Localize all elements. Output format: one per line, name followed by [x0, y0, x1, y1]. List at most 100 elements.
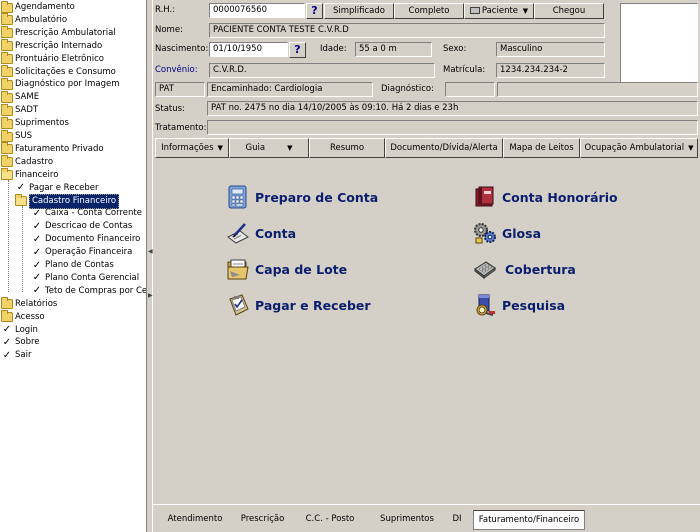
chevron-down-icon: ▼ [688, 144, 694, 152]
nascimento-input[interactable]: 01/10/1950 [209, 42, 288, 57]
completo-button[interactable]: Completo [394, 3, 464, 19]
patient-photo [620, 3, 698, 91]
rh-input[interactable]: 0000076560 [209, 3, 305, 18]
status-label: Status: [155, 104, 185, 114]
conta-honorario-label: Conta Honorário [502, 189, 618, 205]
cobertura-label: Cobertura [505, 261, 576, 277]
resumo-button[interactable]: Resumo [309, 138, 385, 158]
tree-item-label: Relatórios [15, 298, 58, 309]
pesquisa-command[interactable]: Pesquisa [473, 292, 565, 318]
arrow-left-icon: ◀ [148, 248, 153, 255]
conta-label: Conta [255, 225, 297, 241]
rh-label: R.H.: [155, 5, 176, 15]
tree-item-descricao-de-contas[interactable]: ✓ Descricao de Contas [31, 220, 133, 233]
folder-icon [1, 77, 13, 90]
conta-honorario-command[interactable]: Conta Honorário [473, 184, 618, 210]
tree-item-sus[interactable]: SUS [1, 129, 32, 143]
tree-item-plano-de-contas[interactable]: ✓ Plano de Contas [31, 259, 114, 272]
tree-item-caixa-conta-corrente[interactable]: ✓ Caixa - Conta Corrente [31, 207, 142, 220]
idade-label: Idade: [320, 44, 347, 54]
folder-icon [1, 129, 13, 142]
tree-item-plano-conta-gerencial[interactable]: ✓ Plano Conta Gerencial [31, 272, 139, 285]
mapa-leitos-button[interactable]: Mapa de Leitos [503, 138, 580, 158]
tree-item-label: Faturamento Privado [15, 143, 104, 154]
tree-item-operacao-financeira[interactable]: ✓ Operação Financeira [31, 246, 133, 259]
pagar-receber-command[interactable]: Pagar e Receber [226, 292, 371, 318]
chegou-button[interactable]: Chegou [534, 3, 604, 19]
tree-item-suprimentos[interactable]: Suprimentos [1, 116, 69, 130]
simplificado-button[interactable]: Simplificado [324, 3, 394, 19]
tree-item-label: Login [15, 324, 38, 335]
glosa-command[interactable]: Glosa [473, 220, 541, 246]
diagnostico-desc-field [497, 82, 698, 97]
capa-lote-label: Capa de Lote [255, 261, 348, 277]
tree-item-prescricao-internado[interactable]: Prescrição Internado [1, 39, 102, 53]
paciente-button[interactable]: Paciente ▼ [464, 3, 534, 19]
tree-item-label: Cadastro [15, 156, 54, 167]
tab-suprimentos[interactable]: Suprimentos [375, 512, 439, 529]
guia-menu[interactable]: Guia ▼ [229, 138, 309, 158]
keypad-icon [473, 257, 497, 281]
tree-item-sobre[interactable]: ✓ Sobre [1, 336, 40, 349]
idade-field: 55 a 0 m [355, 42, 432, 57]
folder-stack-icon [226, 257, 250, 281]
rh-help-button[interactable]: ? [306, 3, 323, 19]
tree-item-documento-financeiro[interactable]: ✓ Documento Financeiro [31, 233, 141, 246]
capa-lote-command[interactable]: Capa de Lote [226, 256, 347, 282]
tree-item-label: Prontuário Eletrônico [15, 53, 104, 64]
splitter-grip[interactable]: ◀ ▶ [148, 248, 153, 308]
folder-icon [1, 297, 13, 310]
check-icon: ✓ [32, 259, 42, 271]
ocupacao-menu[interactable]: Ocupação Ambulatorial ▼ [580, 138, 698, 158]
informacoes-label: Informações [161, 143, 214, 153]
tab-di[interactable]: DI [447, 512, 467, 529]
preparo-conta-command[interactable]: Preparo de Conta [226, 184, 378, 210]
convenio-link[interactable]: Convênio: [155, 64, 198, 77]
nascimento-label: Nascimento: [155, 44, 209, 54]
tree-connector [8, 180, 9, 292]
tree-item-sair[interactable]: ✓ Sair [1, 349, 32, 362]
tree-item-faturamento-privado[interactable]: Faturamento Privado [1, 142, 104, 156]
tree-item-login[interactable]: ✓ Login [1, 324, 38, 337]
tree-item-label: SAME [15, 92, 40, 103]
tab-cc-posto[interactable]: C.C. - Posto [298, 512, 362, 529]
tratamento-field [207, 120, 698, 135]
tree-item-financeiro[interactable]: Financeiro [1, 168, 58, 182]
conta-command[interactable]: Conta [226, 220, 296, 246]
tree-item-cadastro[interactable]: Cadastro [1, 155, 54, 169]
tree-item-relatorios[interactable]: Relatórios [1, 297, 58, 311]
tree-item-acesso[interactable]: Acesso [1, 310, 45, 324]
nome-field: PACIENTE CONTA TESTE C.V.R.D [209, 23, 605, 38]
tree-item-diagnostico-por-imagem[interactable]: Diagnóstico por Imagem [1, 77, 120, 91]
tree-item-ambulatorio[interactable]: Ambulatório [1, 13, 67, 27]
status-field: PAT no. 2475 no dia 14/10/2005 às 09:10.… [207, 101, 698, 116]
tab-faturamento-financeiro[interactable]: Faturamento/Financeiro [473, 510, 585, 530]
clipboard-check-icon [226, 293, 250, 317]
guia-label: Guia [245, 143, 266, 153]
nascimento-help-button[interactable]: ? [289, 42, 306, 58]
tree-item-cadastro-financeiro[interactable]: Cadastro Financeiro [15, 193, 120, 209]
tree-item-teto-de-compras-por-ce[interactable]: ✓ Teto de Compras por Ce [31, 285, 146, 298]
cobertura-command[interactable]: Cobertura [473, 256, 576, 282]
tree-item-label: Prescrição Ambulatorial [15, 27, 116, 38]
convenio-field: C.V.R.D. [209, 63, 435, 78]
folder-icon [1, 65, 13, 77]
documento-button[interactable]: Documento/Dívida/Alerta [385, 138, 503, 158]
preparo-conta-label: Preparo de Conta [255, 189, 379, 205]
informacoes-menu[interactable]: Informações ▼ [155, 138, 229, 158]
calculator-icon [226, 185, 250, 209]
tree-item-prescricao-ambulatorial[interactable]: Prescrição Ambulatorial [1, 26, 116, 40]
tree-item-label: Suprimentos [15, 118, 69, 129]
folder-icon [1, 116, 13, 129]
check-icon: ✓ [32, 207, 42, 219]
tree-item-agendamento[interactable]: Agendamento [1, 0, 75, 14]
tab-prescricao[interactable]: Prescrição [235, 512, 290, 529]
tratamento-label: Tratamento: [155, 123, 207, 133]
tree-item-prontuario-eletronico[interactable]: Prontuário Eletrônico [1, 52, 104, 66]
tree-item-solicitacoes-e-consumo[interactable]: Solicitações e Consumo [1, 65, 116, 79]
check-icon: ✓ [16, 182, 26, 194]
tree-item-sadt[interactable]: SADT [1, 103, 38, 117]
tree-item-same[interactable]: SAME [1, 90, 40, 104]
tab-atendimento[interactable]: Atendimento [165, 512, 225, 529]
module-tabs: Atendimento Prescrição C.C. - Posto Supr… [153, 504, 700, 532]
